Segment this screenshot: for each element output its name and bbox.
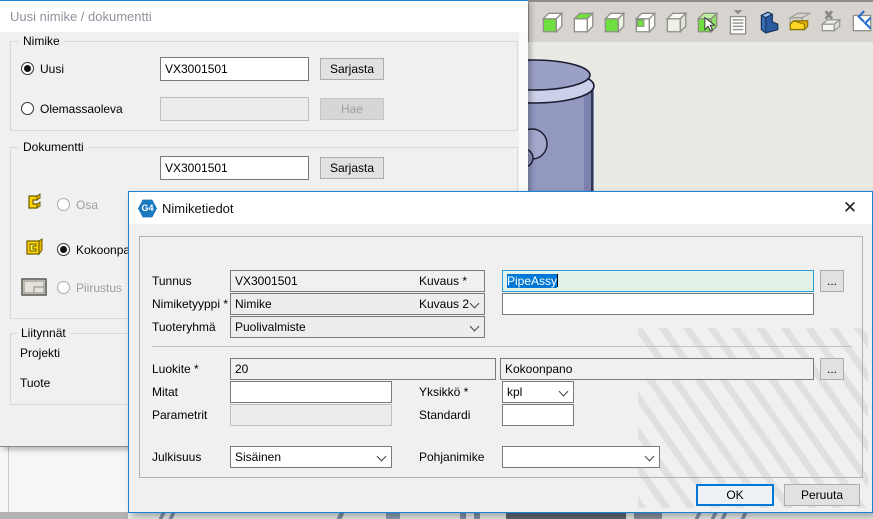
mitat-label: Mitat xyxy=(152,385,178,399)
dokumentti-input[interactable]: VX3001501 xyxy=(160,156,309,180)
radio-kokoonpano[interactable] xyxy=(57,243,70,256)
radio-uusi-label: Uusi xyxy=(40,62,64,76)
g4-logo-icon: G4 xyxy=(138,199,157,218)
tuoteryhma-value: Puolivalmiste xyxy=(235,320,306,334)
nimiketiedot-dialog: G4 Nimiketiedot ✕ Tunnus VX3001501 Nimik… xyxy=(128,191,873,513)
tunnus-label: Tunnus xyxy=(152,274,192,288)
radio-olemassaoleva-label: Olemassaoleva xyxy=(40,102,123,116)
ok-button[interactable]: OK xyxy=(696,484,774,506)
workplane-icon[interactable] xyxy=(787,8,813,36)
pohjanimike-select[interactable] xyxy=(502,446,660,468)
tuoteryhma-label: Tuoteryhmä xyxy=(152,320,216,334)
shaded-cube-icon[interactable] xyxy=(539,8,565,36)
projekti-label: Projekti xyxy=(20,346,60,360)
background-artifact-strip xyxy=(128,513,873,519)
drawing-icon xyxy=(21,277,47,297)
blue-part-icon[interactable] xyxy=(756,8,782,36)
liitynnat-group-label: Liitynnät xyxy=(17,326,70,340)
select-solid-icon[interactable] xyxy=(694,8,720,36)
import-geometry-icon[interactable] xyxy=(849,8,873,36)
chevron-down-icon xyxy=(470,299,480,309)
fg-dialog-title: Nimiketiedot xyxy=(162,201,234,216)
tuoteryhma-select[interactable]: Puolivalmiste xyxy=(230,316,485,338)
kuvaus-input[interactable]: PipeAssy xyxy=(502,270,814,292)
nimiketyyppi-label: Nimiketyyppi * xyxy=(152,297,228,311)
kuvaus-browse-button[interactable]: ... xyxy=(820,270,844,292)
nimiketyyppi-value: Nimike xyxy=(235,297,272,311)
assembly-icon xyxy=(24,237,44,257)
cube-corner-face-icon[interactable] xyxy=(632,8,658,36)
kuvaus2-label: Kuvaus 2 xyxy=(419,297,469,311)
kuvaus-selected-text: PipeAssy xyxy=(507,274,557,288)
feature-list-icon[interactable] xyxy=(725,8,751,36)
luokite-label: Luokite * xyxy=(152,362,199,376)
cube-side-face-icon[interactable] xyxy=(601,8,627,36)
radio-olemassaoleva[interactable] xyxy=(21,102,34,115)
background-window-area xyxy=(0,447,128,519)
mitat-input[interactable] xyxy=(230,381,392,403)
uusi-input[interactable]: VX3001501 xyxy=(160,57,309,81)
sarjasta-button-nimike[interactable]: Sarjasta xyxy=(320,58,384,80)
luokite-code-field: 20 xyxy=(230,358,496,380)
radio-osa xyxy=(57,198,70,211)
parametrit-label: Parametrit xyxy=(152,408,207,422)
pohjanimike-label: Pohjanimike xyxy=(419,450,484,464)
tuote-label: Tuote xyxy=(20,376,50,390)
cylinder-model-icon xyxy=(528,42,873,193)
cube-top-face-icon[interactable] xyxy=(570,8,596,36)
separator xyxy=(152,346,852,347)
hae-button: Hae xyxy=(320,98,384,120)
radio-piirustus xyxy=(57,281,70,294)
standardi-label: Standardi xyxy=(419,408,470,422)
solid-box-icon[interactable] xyxy=(663,8,689,36)
chevron-down-icon xyxy=(559,387,569,397)
kuvaus2-input[interactable] xyxy=(502,293,814,315)
luokite-browse-button[interactable]: ... xyxy=(820,358,844,380)
background-artifact xyxy=(8,447,9,512)
fg-dialog-titlebar[interactable]: G4 Nimiketiedot ✕ xyxy=(129,192,872,224)
sarjasta-button-dokumentti[interactable]: Sarjasta xyxy=(320,157,384,179)
radio-uusi[interactable] xyxy=(21,62,34,75)
luokite-name-field: Kokoonpano xyxy=(500,358,814,380)
cad-toolbar xyxy=(528,0,873,42)
text-caret xyxy=(557,274,558,287)
dokumentti-group-label: Dokumentti xyxy=(19,140,88,154)
olemassaoleva-input xyxy=(160,97,309,121)
close-icon[interactable]: ✕ xyxy=(840,198,860,218)
kuvaus-label: Kuvaus * xyxy=(419,274,467,288)
julkisuus-select[interactable]: Sisäinen xyxy=(230,446,392,468)
nimike-group-label: Nimike xyxy=(19,34,64,48)
julkisuus-label: Julkisuus xyxy=(152,450,201,464)
background-artifact xyxy=(0,512,128,519)
peruuta-button[interactable]: Peruuta xyxy=(784,484,860,506)
bg-dialog-title: Uusi nimike / dokumentti xyxy=(10,9,152,24)
chevron-down-icon xyxy=(377,452,387,462)
fields-panel: Tunnus VX3001501 Nimiketyyppi * Nimike T… xyxy=(139,236,863,478)
yksikko-label: Yksikkö * xyxy=(419,385,468,399)
delete-solid-icon[interactable] xyxy=(818,8,844,36)
chevron-down-icon xyxy=(470,322,480,332)
julkisuus-value: Sisäinen xyxy=(235,450,281,464)
radio-piirustus-label: Piirustus xyxy=(76,281,122,295)
radio-osa-label: Osa xyxy=(76,198,98,212)
part-icon xyxy=(24,192,44,212)
parametrit-input xyxy=(230,404,392,426)
yksikko-value: kpl xyxy=(507,385,522,399)
bg-dialog-titlebar[interactable]: Uusi nimike / dokumentti xyxy=(0,1,528,32)
yksikko-select[interactable]: kpl xyxy=(502,381,574,403)
standardi-input[interactable] xyxy=(502,404,574,426)
cad-viewport[interactable] xyxy=(528,42,873,193)
chevron-down-icon xyxy=(645,452,655,462)
